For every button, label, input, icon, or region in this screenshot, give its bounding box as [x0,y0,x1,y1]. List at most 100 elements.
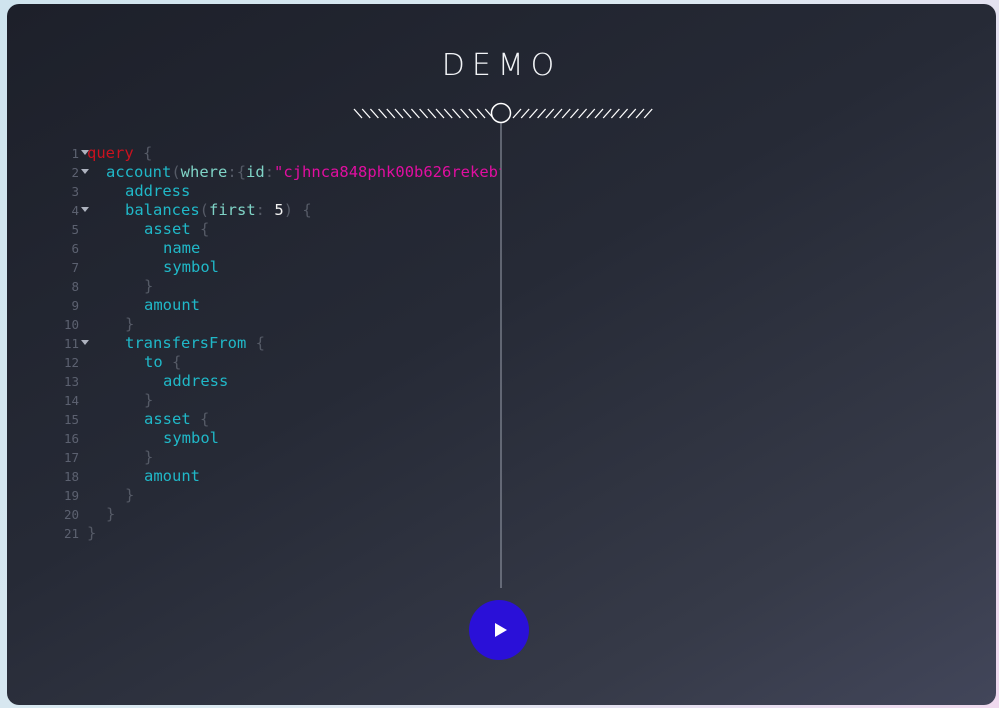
hatch-stroke [435,108,445,119]
line-number: 4 [71,203,79,218]
code-token: transfersFrom [125,334,247,352]
hatch-stroke [569,108,579,119]
line-number: 19 [63,488,79,503]
code-text: } [87,524,96,543]
hatch-stroke [643,108,653,119]
code-text: asset { [87,220,209,239]
line-number: 15 [63,412,79,427]
hatch-stroke [353,108,363,119]
code-text: query { [87,144,152,163]
code-text: } [87,505,115,524]
code-token: ( [199,201,209,219]
line-number: 6 [71,241,79,256]
line-number: 9 [71,298,79,313]
code-token: to [144,353,163,371]
play-icon [495,623,507,637]
code-token: } [144,448,154,466]
line-number: 5 [71,222,79,237]
code-token: amount [144,296,200,314]
line-number: 13 [63,374,79,389]
line-number: 11 [63,336,79,351]
line-number: 17 [63,450,79,465]
hatch-stroke [578,108,588,119]
code-line: 20} [51,505,501,524]
code-text: asset { [87,410,209,429]
line-number: 7 [71,260,79,275]
line-number: 20 [63,507,79,522]
code-token: } [144,391,154,409]
code-line: 4 balances(first: 5) { [51,201,501,220]
code-token: : [264,163,275,181]
code-token: { [190,220,210,238]
code-text: name [87,239,200,258]
line-number: 3 [71,184,79,199]
code-token: 5 [274,201,284,219]
hatch-stroke [402,108,412,119]
code-token: first [209,201,256,219]
demo-panel: DEMO 1 query {2 account(where:{id:"cjhnca8… [7,4,996,705]
code-editor[interactable]: 1 query {2 account(where:{id:"cjhnca848phk… [51,144,501,564]
hatch-stroke [594,108,604,119]
hatch-stroke [627,108,637,119]
hatch-stroke [545,108,555,119]
code-line: 17} [51,448,501,467]
code-token: } [125,486,135,504]
code-token: { [236,163,247,181]
code-line: 16 symbol [51,429,501,448]
code-line: 12 to { [51,353,501,372]
code-line: 21} [51,524,501,543]
code-text: amount [87,296,200,315]
code-token: "cjhnca848phk00b626rekebfjuyd" [274,163,501,181]
code-token: } [106,505,116,523]
line-number: 2 [71,165,79,180]
code-token: symbol [163,258,219,276]
code-token: { [133,144,153,162]
code-token: : [255,201,275,219]
code-token: query [87,144,134,162]
hatch-stroke [561,108,571,119]
code-token: name [163,239,201,257]
hatch-stroke [427,108,437,119]
hatch-stroke [476,108,486,119]
code-line: 14} [51,391,501,410]
splitter-handle[interactable] [490,102,512,124]
hatch-stroke [361,108,371,119]
code-token: { [162,353,182,371]
hatch-stroke [468,108,478,119]
hatch-stroke [553,108,563,119]
code-line: 7 symbol [51,258,501,277]
code-text: amount [87,467,200,486]
code-text: } [87,277,153,296]
code-line: 10} [51,315,501,334]
line-number: 16 [63,431,79,446]
hatch-stroke [528,108,538,119]
hatch-stroke [460,108,470,119]
code-token: } [125,315,135,333]
code-text: } [87,315,134,334]
hatch-stroke [443,108,453,119]
hatch-left [353,108,494,119]
code-token: { [293,201,312,219]
code-token: asset [144,220,191,238]
code-line: 8} [51,277,501,296]
code-token: address [163,372,229,390]
line-number: 12 [63,355,79,370]
code-text: to { [87,353,181,372]
hatch-stroke [410,108,420,119]
line-number: 14 [63,393,79,408]
code-line: 13 address [51,372,501,391]
code-text: account(where:{id:"cjhnca848phk00b626rek… [87,163,501,182]
hatch-stroke [635,108,645,119]
code-text: symbol [87,258,219,277]
code-line: 1 query { [51,144,501,163]
code-text: balances(first: 5) { [87,201,312,220]
code-line: 3 address [51,182,501,201]
hatch-stroke [520,108,530,119]
hatch-right [512,108,653,119]
hatch-stroke [386,108,396,119]
line-number: 1 [71,146,79,161]
code-line: 15 asset { [51,410,501,429]
code-line: 9 amount [51,296,501,315]
code-text: address [87,372,228,391]
play-button[interactable] [469,600,529,660]
